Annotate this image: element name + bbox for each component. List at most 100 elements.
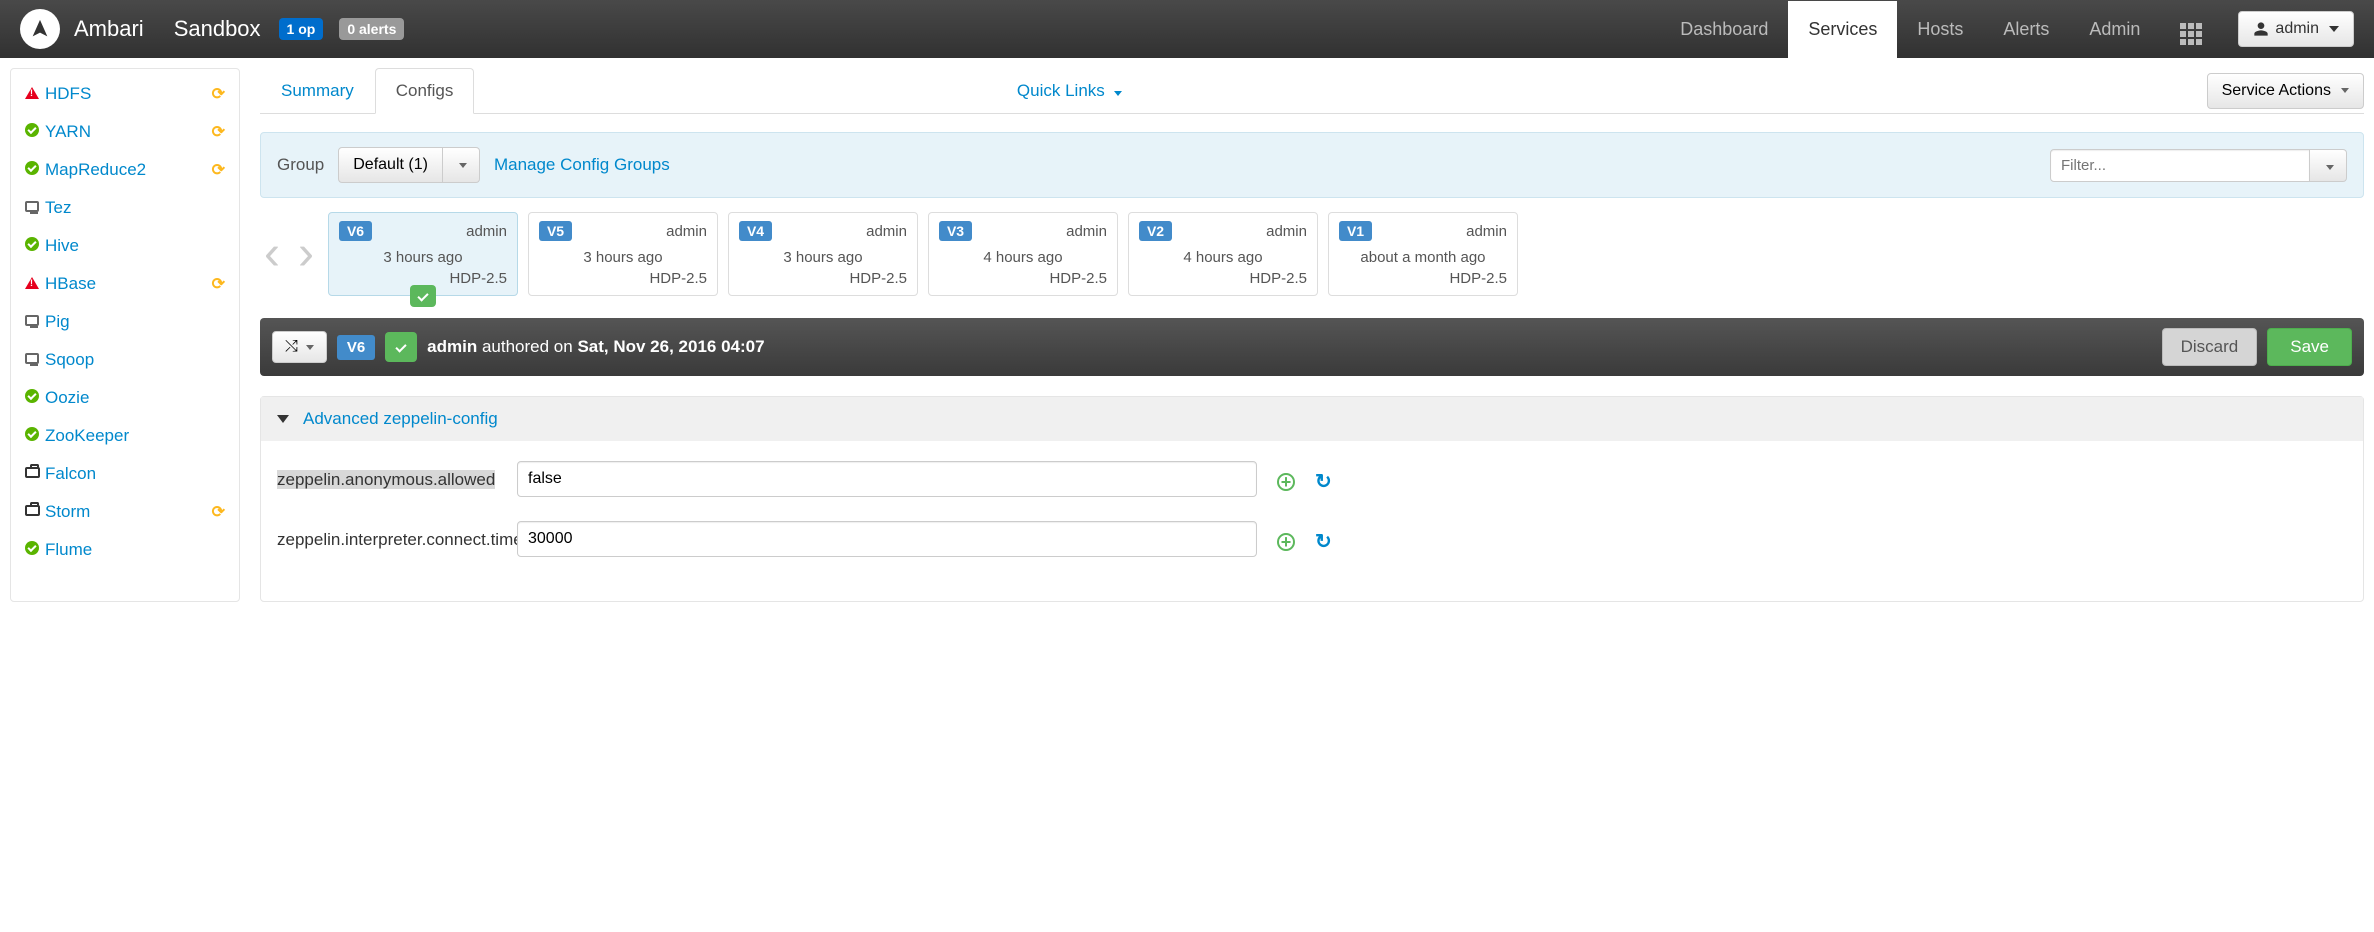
config-panel: Advanced zeppelin-config zeppelin.anonym… — [260, 396, 2364, 602]
compare-button[interactable]: ⤭ — [272, 331, 327, 363]
version-card-v3[interactable]: V3admin 4 hours ago HDP-2.5 — [928, 212, 1118, 296]
sidebar-item-oozie[interactable]: Oozie — [11, 379, 239, 417]
main-content: Summary Configs Quick Links Service Acti… — [260, 68, 2364, 602]
nav-services[interactable]: Services — [1788, 1, 1897, 58]
client-icon — [25, 314, 45, 331]
override-add-icon[interactable]: + — [1277, 533, 1295, 551]
version-card-v1[interactable]: V1admin about a month ago HDP-2.5 — [1328, 212, 1518, 296]
collapse-icon — [277, 415, 289, 423]
service-actions-dropdown[interactable]: Service Actions — [2207, 73, 2364, 109]
refresh-icon[interactable]: ⟳ — [212, 274, 225, 294]
brand-label[interactable]: Ambari — [74, 16, 144, 42]
current-check-icon — [410, 285, 436, 307]
refresh-icon[interactable]: ⟳ — [212, 502, 225, 522]
config-row: zeppelin.anonymous.allowed + ↻ — [277, 461, 2347, 497]
client-icon — [25, 200, 45, 217]
caret-down-icon — [2341, 88, 2349, 93]
sidebar-item-hdfs[interactable]: HDFS⟳ — [11, 75, 239, 113]
nav-dashboard[interactable]: Dashboard — [1660, 1, 1788, 58]
sidebar-item-hive[interactable]: Hive — [11, 227, 239, 265]
undo-icon[interactable]: ↻ — [1315, 469, 1332, 494]
config-section-toggle[interactable]: Advanced zeppelin-config — [261, 397, 2363, 441]
override-add-icon[interactable]: + — [1277, 473, 1295, 491]
caret-down-icon — [2326, 165, 2334, 170]
sidebar-item-tez[interactable]: Tez — [11, 189, 239, 227]
config-input-zeppelin-anonymous-allowed[interactable] — [517, 461, 1257, 497]
top-navbar: Ambari Sandbox 1 op 0 alerts Dashboard S… — [0, 0, 2374, 58]
version-author: admin — [1066, 223, 1107, 240]
filter-input[interactable] — [2050, 149, 2310, 182]
sidebar-item-yarn[interactable]: YARN⟳ — [11, 113, 239, 151]
sidebar-item-zookeeper[interactable]: ZooKeeper — [11, 417, 239, 455]
tab-summary[interactable]: Summary — [260, 68, 375, 113]
version-badge: V2 — [1139, 221, 1172, 241]
cluster-name[interactable]: Sandbox — [174, 16, 261, 42]
config-section-title: Advanced zeppelin-config — [303, 409, 498, 429]
version-author: admin — [866, 223, 907, 240]
config-row: zeppelin.interpreter.connect.timeout + ↻ — [277, 521, 2347, 557]
quick-links-dropdown[interactable]: Quick Links — [1017, 81, 1122, 101]
refresh-icon[interactable]: ⟳ — [212, 160, 225, 180]
sidebar-item-pig[interactable]: Pig — [11, 303, 239, 341]
versions-next-arrow[interactable]: › — [294, 230, 318, 278]
service-sidebar: HDFS⟳ YARN⟳ MapReduce2⟳ Tez Hive HBase⟳ … — [10, 68, 240, 602]
version-author-bar: ⤭ V6 admin authored on Sat, Nov 26, 2016… — [260, 318, 2364, 376]
caret-down-icon — [1114, 91, 1122, 96]
undo-icon[interactable]: ↻ — [1315, 529, 1332, 554]
versions-prev-arrow[interactable]: ‹ — [260, 230, 284, 278]
filter-dropdown-button[interactable] — [2310, 149, 2347, 182]
manage-config-groups-link[interactable]: Manage Config Groups — [494, 155, 670, 175]
alert-icon — [25, 276, 45, 293]
refresh-icon[interactable]: ⟳ — [212, 84, 225, 104]
alerts-badge[interactable]: 0 alerts — [339, 18, 404, 40]
version-badge: V6 — [339, 221, 372, 241]
user-icon — [2253, 21, 2269, 37]
sidebar-item-sqoop[interactable]: Sqoop — [11, 341, 239, 379]
config-versions-row: ‹ › V6 admin 3 hours ago HDP-2.5 V5 admin … — [260, 212, 2364, 296]
ambari-logo-icon[interactable] — [20, 9, 60, 49]
caret-down-icon — [2329, 26, 2339, 32]
sidebar-item-flume[interactable]: Flume — [11, 531, 239, 569]
ok-icon — [25, 237, 45, 255]
nav-alerts[interactable]: Alerts — [1983, 1, 2069, 58]
version-author: admin — [466, 223, 507, 240]
discard-button[interactable]: Discard — [2162, 328, 2258, 366]
views-grid-icon[interactable] — [2160, 0, 2222, 63]
config-label: zeppelin.anonymous.allowed — [277, 470, 495, 489]
group-select[interactable]: Default (1) — [338, 147, 480, 183]
version-card-v2[interactable]: V2admin 4 hours ago HDP-2.5 — [1128, 212, 1318, 296]
sidebar-item-falcon[interactable]: Falcon — [11, 455, 239, 493]
ops-badge[interactable]: 1 op — [279, 18, 324, 40]
group-label: Group — [277, 155, 324, 175]
version-stack: HDP-2.5 — [539, 270, 707, 287]
group-selected-button[interactable]: Default (1) — [338, 147, 443, 183]
version-time: about a month ago — [1339, 249, 1507, 266]
shuffle-icon: ⤭ — [285, 338, 298, 356]
user-dropdown[interactable]: admin — [2238, 11, 2354, 47]
tab-configs[interactable]: Configs — [375, 68, 475, 114]
briefcase-icon — [25, 504, 45, 521]
current-version-badge: V6 — [337, 335, 375, 360]
version-badge: V3 — [939, 221, 972, 241]
alert-icon — [25, 86, 45, 103]
version-card-v5[interactable]: V5 admin 3 hours ago HDP-2.5 — [528, 212, 718, 296]
sidebar-item-mapreduce2[interactable]: MapReduce2⟳ — [11, 151, 239, 189]
version-badge: V5 — [539, 221, 572, 241]
sidebar-item-storm[interactable]: Storm⟳ — [11, 493, 239, 531]
nav-admin[interactable]: Admin — [2069, 1, 2160, 58]
version-stack: HDP-2.5 — [1139, 270, 1307, 287]
save-button[interactable]: Save — [2267, 328, 2352, 366]
ok-icon — [25, 389, 45, 407]
version-card-v6[interactable]: V6admin 3 hours ago HDP-2.5 — [328, 212, 518, 296]
version-author: admin — [666, 223, 707, 240]
group-caret-button[interactable] — [443, 147, 480, 183]
version-stack: HDP-2.5 — [939, 270, 1107, 287]
nav-hosts[interactable]: Hosts — [1897, 1, 1983, 58]
version-time: 3 hours ago — [539, 249, 707, 266]
refresh-icon[interactable]: ⟳ — [212, 122, 225, 142]
version-card-v4[interactable]: V4admin 3 hours ago HDP-2.5 — [728, 212, 918, 296]
ok-icon — [25, 123, 45, 141]
config-input-zeppelin-interpreter-connect-timeout[interactable] — [517, 521, 1257, 557]
sidebar-item-hbase[interactable]: HBase⟳ — [11, 265, 239, 303]
config-group-bar: Group Default (1) Manage Config Groups — [260, 132, 2364, 198]
